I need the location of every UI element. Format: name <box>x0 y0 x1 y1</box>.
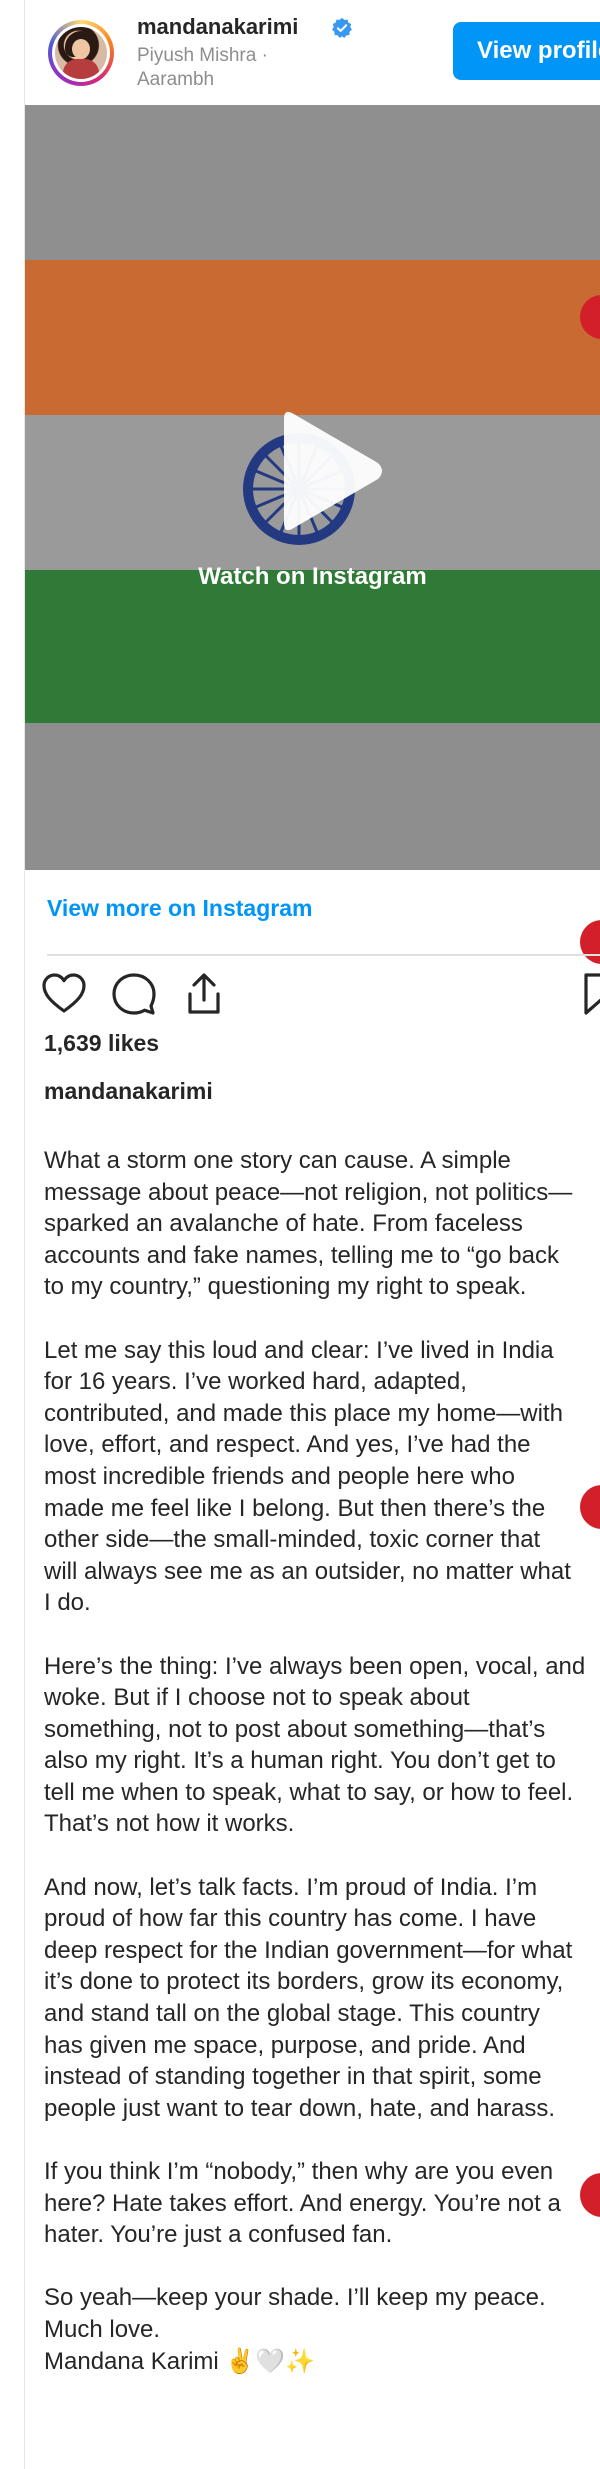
flag-saffron-band <box>25 260 600 415</box>
caption-line: hater. You’re just a confused fan. <box>44 2221 393 2249</box>
avatar-photo <box>55 27 107 79</box>
caption-paragraph: What a storm one story can cause. A simp… <box>44 1145 600 1303</box>
action-bar <box>40 970 600 1020</box>
caption-line: most incredible friends and people here … <box>44 1462 515 1490</box>
caption-line: will always see me as an outsider, no ma… <box>44 1557 571 1585</box>
play-icon[interactable] <box>270 401 390 541</box>
caption-line: instead of standing together in that spi… <box>44 2063 542 2091</box>
caption-line: message about peace—not religion, not po… <box>44 1178 573 1206</box>
audio-title: Aarambh <box>137 69 215 90</box>
verified-badge-icon <box>332 17 352 38</box>
watch-on-instagram-label[interactable]: Watch on Instagram <box>25 563 600 591</box>
caption-line: Here’s the thing: I’ve always been open,… <box>44 1652 586 1680</box>
caption-line: it’s done to protect its borders, grow i… <box>44 1968 564 1996</box>
caption-line: woke. But if I choose not to speak about <box>44 1684 470 1712</box>
username[interactable]: mandanakarimi <box>137 14 298 40</box>
caption-line: tell me when to speak, what to say, or h… <box>44 1778 574 1806</box>
caption-line: for 16 years. I’ve worked hard, adapted, <box>44 1368 467 1396</box>
overlay-red-tab <box>580 920 600 964</box>
caption-username[interactable]: mandanakarimi <box>44 1078 213 1105</box>
caption-line: and stand tall on the global stage. This… <box>44 2000 540 2028</box>
audio-attribution[interactable]: Piyush Mishra · Aarambh <box>137 44 268 92</box>
caption-line: I do. <box>44 1589 91 1617</box>
caption-line: Mandana Karimi ✌️🤍✨ <box>44 2347 316 2375</box>
caption-line: Much love. <box>44 2315 161 2343</box>
caption-line: has given me space, purpose, and pride. … <box>44 2031 526 2059</box>
share-icon[interactable] <box>180 970 228 1018</box>
caption-line: other side—the small-minded, toxic corne… <box>44 1526 541 1554</box>
flag-green-band <box>25 570 600 723</box>
caption-line: here? Hate takes effort. And energy. You… <box>44 2189 561 2217</box>
caption-line: sparked an avalanche of hate. From facel… <box>44 1210 523 1238</box>
caption-line: Let me say this loud and clear: I’ve liv… <box>44 1336 554 1364</box>
caption-paragraph: And now, let’s talk facts. I’m proud of … <box>44 1872 600 2125</box>
heart-icon[interactable] <box>40 970 88 1018</box>
caption-line: accounts and fake names, telling me to “… <box>44 1241 559 1269</box>
caption-line: That’s not how it works. <box>44 1810 295 1838</box>
audio-artist: Piyush Mishra · <box>137 45 268 66</box>
view-more-link[interactable]: View more on Instagram <box>47 895 312 922</box>
caption-line: proud of how far this country has come. … <box>44 1905 537 1933</box>
instagram-embed: mandanakarimi Piyush Mishra · Aarambh Vi… <box>0 0 600 2469</box>
divider <box>47 954 600 956</box>
caption-paragraph: So yeah—keep your shade. I’ll keep my pe… <box>44 2282 600 2377</box>
likes-count[interactable]: 1,639 likes <box>44 1030 159 1057</box>
caption-line: love, effort, and respect. And yes, I’ve… <box>44 1431 531 1459</box>
video-player[interactable]: Watch on Instagram <box>25 105 600 870</box>
avatar[interactable] <box>48 20 114 86</box>
caption-paragraph: Here’s the thing: I’ve always been open,… <box>44 1651 600 1841</box>
caption-line: made me feel like I belong. But then the… <box>44 1494 546 1522</box>
caption-line: also my right. It’s a human right. You d… <box>44 1747 556 1775</box>
caption-line: What a storm one story can cause. A simp… <box>44 1147 511 1174</box>
caption-line: So yeah—keep your shade. I’ll keep my pe… <box>44 2284 546 2312</box>
caption-line: something, not to post about something—t… <box>44 1715 546 1743</box>
view-profile-button[interactable]: View profile <box>453 22 600 80</box>
bookmark-icon[interactable] <box>578 970 600 1018</box>
video-frame-bottom <box>25 723 600 870</box>
caption-paragraph: Let me say this loud and clear: I’ve liv… <box>44 1335 600 1619</box>
video-frame-top <box>25 105 600 260</box>
caption-text: What a storm one story can cause. A simp… <box>44 1145 600 2409</box>
caption-line: And now, let’s talk facts. I’m proud of … <box>44 1873 538 1901</box>
caption-line: to my country,” questioning my right to … <box>44 1273 527 1301</box>
caption-line: contributed, and made this place my home… <box>44 1399 563 1427</box>
caption-line: If you think I’m “nobody,” then why are … <box>44 2158 554 2185</box>
caption-line: deep respect for the Indian government—f… <box>44 1936 573 1964</box>
comment-icon[interactable] <box>110 970 158 1018</box>
post-header: mandanakarimi Piyush Mishra · Aarambh Vi… <box>25 0 600 105</box>
caption-paragraph: If you think I’m “nobody,” then why are … <box>44 2156 600 2251</box>
caption-line: people just want to tear down, hate, and… <box>44 2094 555 2122</box>
